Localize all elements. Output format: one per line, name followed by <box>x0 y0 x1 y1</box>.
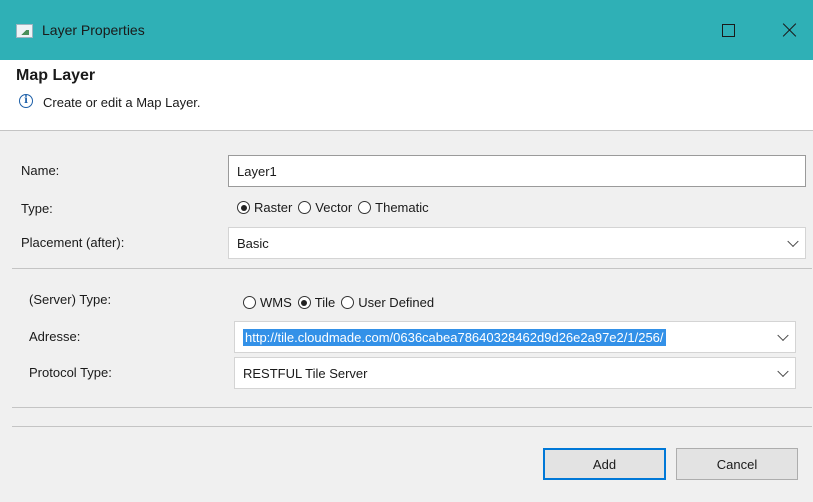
section-divider <box>12 268 812 269</box>
placement-value: Basic <box>237 235 269 251</box>
name-field-value: Layer1 <box>237 163 277 179</box>
radio-raster-label: Raster <box>254 200 293 215</box>
radio-indicator <box>243 296 256 309</box>
section-divider <box>12 407 812 408</box>
protocol-type-dropdown[interactable]: RESTFUL Tile Server <box>234 357 796 389</box>
radio-thematic[interactable]: Thematic <box>358 200 429 215</box>
chevron-down-icon <box>777 329 789 342</box>
radio-indicator <box>298 201 312 214</box>
close-button[interactable] <box>767 10 813 50</box>
header-title: Map Layer <box>16 67 96 84</box>
protocol-type-value: RESTFUL Tile Server <box>243 365 368 381</box>
chevron-down-icon <box>777 365 789 378</box>
radio-indicator <box>237 201 250 214</box>
maximize-icon <box>721 23 735 37</box>
window-title: Layer Properties <box>42 22 145 38</box>
address-combo[interactable]: http://tile.cloudmade.com/0636cabea78640… <box>234 321 796 353</box>
close-icon <box>783 23 797 37</box>
radio-user-defined-label: User Defined <box>358 295 435 310</box>
type-label: Type: <box>21 201 53 216</box>
layer-type-radio-group: Raster Vector Thematic <box>237 200 435 215</box>
add-button[interactable]: Add <box>543 448 666 480</box>
cancel-button[interactable]: Cancel <box>676 448 798 480</box>
radio-raster[interactable]: Raster <box>237 200 292 215</box>
chevron-down-icon <box>787 235 799 248</box>
radio-wms-label: WMS <box>260 295 292 310</box>
radio-indicator <box>341 296 355 309</box>
header-description: Create or edit a Map Layer. <box>43 95 201 110</box>
header-divider <box>0 130 813 131</box>
server-type-radio-group: WMS Tile User Defined <box>243 295 440 310</box>
title-bar: Layer Properties <box>0 0 813 60</box>
radio-tile-label: Tile <box>314 295 336 310</box>
protocol-type-label: Protocol Type: <box>29 365 112 380</box>
radio-tile[interactable]: Tile <box>297 295 336 310</box>
radio-vector-label: Vector <box>315 200 353 215</box>
layer-icon <box>16 24 33 38</box>
radio-user-defined[interactable]: User Defined <box>341 295 434 310</box>
info-icon: i <box>19 94 33 108</box>
server-type-label: (Server) Type: <box>29 292 112 307</box>
cancel-button-label: Cancel <box>716 456 758 472</box>
address-label: Adresse: <box>29 329 81 344</box>
name-label: Name: <box>21 163 60 178</box>
radio-thematic-label: Thematic <box>375 200 429 215</box>
name-field[interactable]: Layer1 <box>228 155 806 187</box>
radio-wms[interactable]: WMS <box>243 295 292 310</box>
radio-indicator <box>358 201 372 214</box>
add-button-label: Add <box>592 456 617 472</box>
radio-indicator <box>297 296 311 309</box>
placement-label: Placement (after): <box>21 235 125 250</box>
radio-vector[interactable]: Vector <box>298 200 352 215</box>
footer-divider <box>12 426 812 427</box>
dialog-header: Map Layer i Create or edit a Map Layer. <box>0 60 813 130</box>
maximize-button[interactable] <box>705 10 751 50</box>
address-value: http://tile.cloudmade.com/0636cabea78640… <box>243 328 666 346</box>
placement-dropdown[interactable]: Basic <box>228 227 806 259</box>
